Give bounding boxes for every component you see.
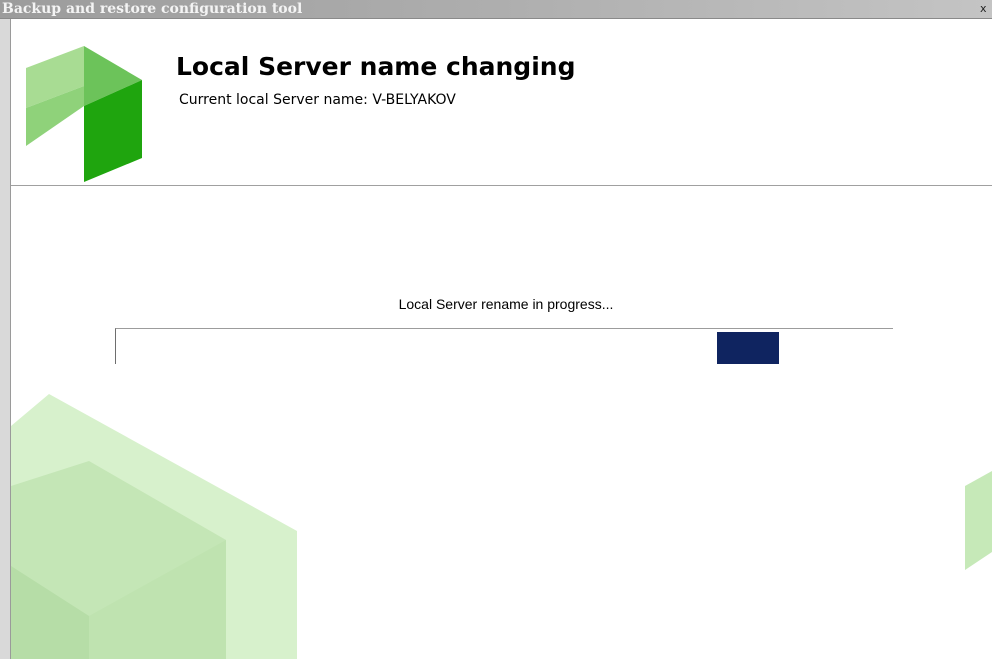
page-title: Local Server name changing: [176, 52, 576, 81]
cube-logo-icon: [26, 46, 142, 182]
title-bar[interactable]: Backup and restore configuration tool x: [0, 0, 992, 19]
header-panel: [11, 19, 992, 185]
header-divider: [11, 185, 992, 186]
decor-hexagon-left: [11, 394, 297, 659]
progress-marquee-chunk: [717, 332, 779, 364]
background-decor: [11, 394, 992, 659]
decor-hexagon-right: [965, 471, 992, 570]
current-server-name: Current local Server name: V-BELYAKOV: [179, 92, 456, 108]
status-text: Local Server rename in progress...: [398, 296, 614, 312]
decor-hexagon-left-inner: [11, 461, 226, 659]
progress-bar: [115, 328, 893, 364]
decor-hexagon-left-shade: [11, 566, 89, 659]
close-button[interactable]: x: [980, 1, 992, 16]
dialog-window: Backup and restore configuration tool x …: [0, 0, 992, 659]
window-frame-left: [0, 19, 11, 659]
window-title: Backup and restore configuration tool: [2, 1, 303, 17]
decor-hexagon-left-shade2: [89, 540, 226, 659]
